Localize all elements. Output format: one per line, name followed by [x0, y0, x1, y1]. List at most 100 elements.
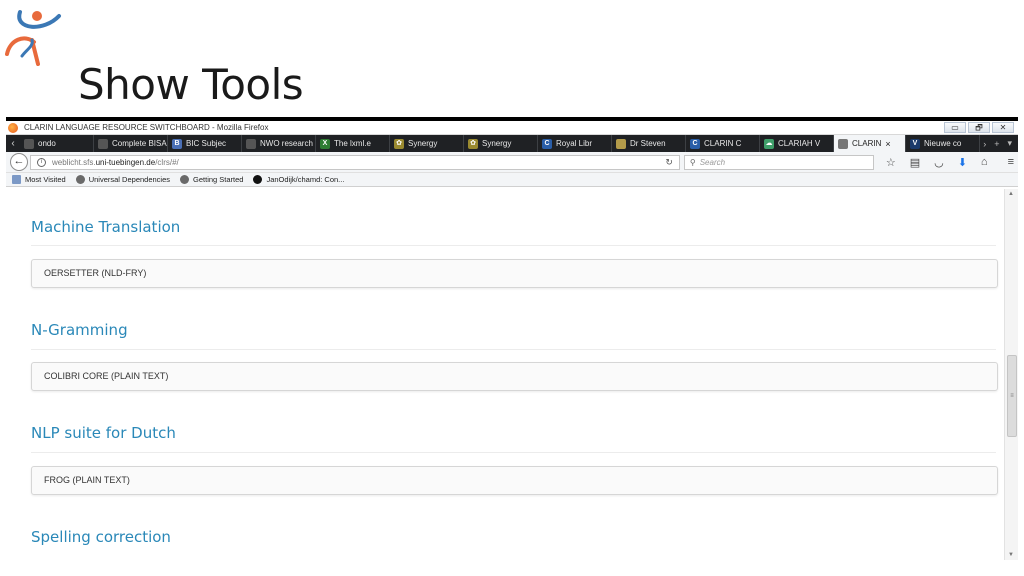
close-window-button[interactable]: ✕ [992, 122, 1014, 133]
browser-tab[interactable]: CLARIN × [834, 135, 906, 152]
tab-scroll-right-icon[interactable]: › [983, 139, 986, 149]
scroll-thumb[interactable]: ≡ [1007, 355, 1017, 437]
minimize-button[interactable]: ▭ [944, 122, 966, 133]
tab-strip-end: › + ▾ [980, 135, 1018, 152]
scroll-up-icon[interactable]: ▲ [1008, 191, 1014, 197]
search-input[interactable]: ⚲ Search [683, 154, 874, 170]
tab-label: NWO research [260, 139, 313, 148]
tab-close-icon[interactable]: × [885, 139, 890, 149]
reading-list-icon[interactable]: ▤ [910, 156, 920, 169]
window-controls: ▭ 🗗 ✕ [944, 122, 1014, 133]
section-title-machine-translation: Machine Translation [31, 218, 181, 236]
bookmark-universal-dependencies[interactable]: Universal Dependencies [75, 175, 171, 184]
browser-tab[interactable]: Dr Steven [612, 135, 686, 152]
browser-tab[interactable]: Complete BISA [94, 135, 168, 152]
bookmark-label: Getting Started [193, 175, 244, 184]
bookmark-folder-icon [12, 175, 21, 184]
search-placeholder: Search [699, 157, 726, 167]
url-host: uni-tuebingen.de [95, 157, 156, 167]
browser-tab[interactable]: C Royal Libr [538, 135, 612, 152]
new-tab-icon[interactable]: + [994, 139, 999, 149]
globe-icon [180, 175, 190, 184]
browser-tab[interactable]: ✿ Synergy [464, 135, 538, 152]
page-icon [616, 138, 626, 149]
home-icon[interactable]: ⌂ [981, 156, 988, 168]
tab-label: CLARIAH V [778, 139, 821, 148]
section-title-nlp-suite-dutch: NLP suite for Dutch [31, 424, 176, 442]
bookmark-label: Most Visited [25, 175, 66, 184]
c-icon: C [542, 138, 552, 149]
browser-tab[interactable]: ✿ Synergy [390, 135, 464, 152]
tab-label: BIC Subjec [186, 139, 227, 148]
page-icon [838, 138, 848, 149]
toolbar-icons: ☆ ▤ ◡ ⬇ ⌂ [886, 156, 988, 169]
synergy-icon: ✿ [394, 138, 404, 149]
section-divider [31, 452, 996, 453]
bookmarks-toolbar: Most Visited Universal Dependencies Gett… [6, 173, 1018, 187]
tab-label: Royal Libr [556, 139, 593, 148]
github-icon [253, 175, 263, 184]
navigation-toolbar: ← i weblicht.sfs. uni-tuebingen.de/clrs/#… [6, 152, 1018, 173]
tab-label: Synergy [408, 139, 438, 148]
tab-scroll-left-icon[interactable]: ‹ [6, 135, 20, 152]
browser-tab[interactable]: V Nieuwe co [906, 135, 980, 152]
tab-list-icon[interactable]: ▾ [1007, 138, 1012, 149]
pocket-icon[interactable]: ◡ [934, 156, 944, 169]
back-button[interactable]: ← [10, 153, 28, 171]
globe-icon [75, 175, 85, 184]
downloads-icon[interactable]: ⬇ [958, 156, 967, 169]
tab-strip: ‹ ondo Complete BISA B BIC Subjec NWO resear… [6, 135, 1018, 152]
reload-icon[interactable]: ↻ [665, 157, 673, 168]
scroll-down-icon[interactable]: ▼ [1008, 552, 1014, 558]
section-divider [31, 245, 996, 246]
page-icon [246, 138, 256, 149]
bookmark-label: Universal Dependencies [88, 175, 171, 184]
section-title-spelling-correction: Spelling correction [31, 528, 171, 546]
browser-tab[interactable]: NWO research [242, 135, 316, 152]
tool-item-frog[interactable]: FROG (PLAIN TEXT) [31, 466, 998, 495]
cloud-icon: ☁ [764, 138, 774, 149]
tabs-container: ondo Complete BISA B BIC Subjec NWO research… [20, 135, 980, 152]
url-prefix: weblicht.sfs. [52, 157, 96, 167]
tool-item-oersetter[interactable]: OERSETTER (NLD-FRY) [31, 259, 998, 288]
tab-label: The lxml.e [334, 139, 371, 148]
section-title-n-gramming: N-Gramming [31, 321, 128, 339]
slide-title: Show Tools [78, 60, 304, 109]
browser-tab[interactable]: B BIC Subjec [168, 135, 242, 152]
x-icon: X [320, 138, 330, 149]
tab-label: Synergy [482, 139, 512, 148]
section-divider [31, 349, 996, 350]
window-titlebar: CLARIN LANGUAGE RESOURCE SWITCHBOARD - M… [6, 121, 1018, 135]
maximize-button[interactable]: 🗗 [968, 122, 990, 133]
tab-label: ondo [38, 139, 56, 148]
tool-item-colibri-core[interactable]: COLIBRI CORE (PLAIN TEXT) [31, 362, 998, 391]
tab-label: CLARIN [852, 139, 882, 148]
page-scrollbar[interactable]: ▲ ≡ ▼ [1004, 189, 1018, 560]
synergy-icon: ✿ [468, 138, 478, 149]
tab-label: CLARIN C [704, 139, 742, 148]
bookmark-getting-started[interactable]: Getting Started [180, 175, 243, 184]
bookmark-star-icon[interactable]: ☆ [886, 156, 896, 169]
tab-label: Complete BISA [112, 139, 167, 148]
clarin-logo-icon [5, 10, 61, 66]
firefox-icon [8, 122, 18, 133]
url-path: /clrs/#/ [155, 157, 179, 167]
bookmark-most-visited[interactable]: Most Visited [12, 175, 66, 184]
browser-tab[interactable]: ondo [20, 135, 94, 152]
tab-label: Nieuwe co [924, 139, 962, 148]
site-info-icon[interactable]: i [37, 157, 46, 167]
url-bar[interactable]: i weblicht.sfs. uni-tuebingen.de/clrs/#/ … [30, 154, 680, 170]
window-title: CLARIN LANGUAGE RESOURCE SWITCHBOARD - M… [24, 123, 269, 132]
hamburger-menu-icon[interactable]: ≡ [1008, 156, 1014, 168]
page-icon [98, 138, 108, 149]
browser-tab[interactable]: C CLARIN C [686, 135, 760, 152]
browser-tab[interactable]: ☁ CLARIAH V [760, 135, 834, 152]
browser-tab[interactable]: X The lxml.e [316, 135, 390, 152]
c-icon: C [690, 138, 700, 149]
search-icon: ⚲ [689, 157, 696, 167]
bookmark-label: JanOdijk/chamd: Con... [266, 175, 345, 184]
v-icon: V [910, 138, 920, 149]
bic-icon: B [172, 138, 182, 149]
bookmark-chamd[interactable]: JanOdijk/chamd: Con... [253, 175, 344, 184]
tab-label: Dr Steven [630, 139, 666, 148]
